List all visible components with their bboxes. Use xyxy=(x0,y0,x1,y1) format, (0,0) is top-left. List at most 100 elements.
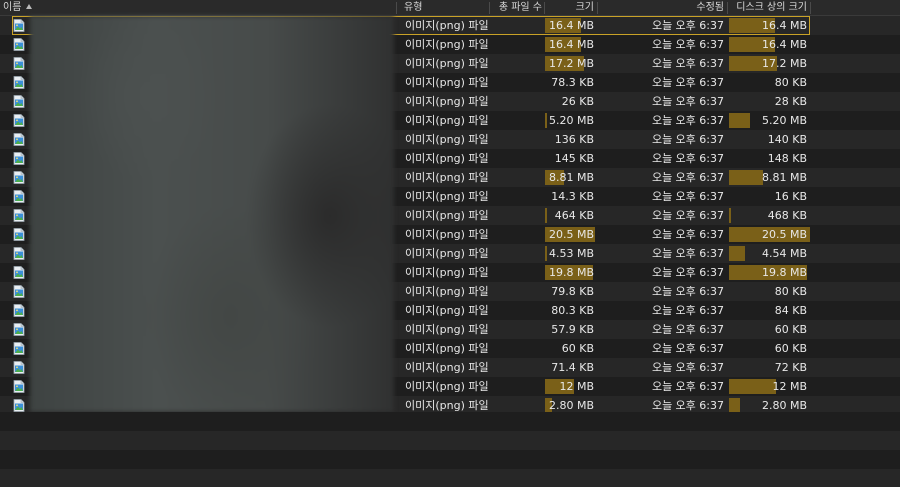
disk-size: 16.4 MB xyxy=(761,19,807,32)
file-size: 12 MB xyxy=(559,380,594,393)
png-image-file-icon xyxy=(13,76,25,89)
file-size: 19.8 MB xyxy=(548,266,594,279)
file-kind: 이미지(png) 파일 xyxy=(405,190,489,203)
file-kind: 이미지(png) 파일 xyxy=(405,380,489,393)
file-kind: 이미지(png) 파일 xyxy=(405,133,489,146)
modified-day: 오늘 xyxy=(652,38,673,51)
column-header-modified[interactable]: 수정됨 xyxy=(696,0,724,15)
modified-time: 오후 6:37 xyxy=(675,38,724,51)
file-kind: 이미지(png) 파일 xyxy=(405,361,489,374)
disk-size: 19.8 MB xyxy=(761,266,807,279)
file-size: 60 KB xyxy=(561,342,594,355)
modified-day: 오늘 xyxy=(652,114,673,127)
file-kind: 이미지(png) 파일 xyxy=(405,19,489,32)
file-kind: 이미지(png) 파일 xyxy=(405,57,489,70)
column-header-disk-size[interactable]: 디스크 상의 크기 xyxy=(736,0,807,15)
modified-time: 오후 6:37 xyxy=(675,19,724,32)
disk-size: 20.5 MB xyxy=(761,228,807,241)
column-divider[interactable] xyxy=(544,2,545,14)
disk-size: 72 KB xyxy=(774,361,807,374)
png-image-file-icon xyxy=(13,399,25,412)
column-header-name-label: 이름 xyxy=(3,2,22,13)
modified-day: 오늘 xyxy=(652,152,673,165)
file-size: 136 KB xyxy=(554,133,594,146)
file-size: 8.81 MB xyxy=(548,171,594,184)
png-image-file-icon xyxy=(13,57,25,70)
modified-day: 오늘 xyxy=(652,228,673,241)
disk-size-bar xyxy=(729,113,750,128)
modified-day: 오늘 xyxy=(652,133,673,146)
file-kind: 이미지(png) 파일 xyxy=(405,323,489,336)
disk-size: 16.4 MB xyxy=(761,38,807,51)
modified-time: 오후 6:37 xyxy=(675,190,724,203)
png-image-file-icon xyxy=(13,228,25,241)
disk-size: 468 KB xyxy=(767,209,807,222)
modified-day: 오늘 xyxy=(652,323,673,336)
modified-day: 오늘 xyxy=(652,304,673,317)
column-divider[interactable] xyxy=(810,2,811,14)
empty-row xyxy=(0,450,900,469)
png-image-file-icon xyxy=(13,342,25,355)
disk-size: 80 KB xyxy=(774,285,807,298)
modified-day: 오늘 xyxy=(652,209,673,222)
column-divider[interactable] xyxy=(727,2,728,14)
png-image-file-icon xyxy=(13,361,25,374)
file-size: 464 KB xyxy=(554,209,594,222)
disk-size-bar xyxy=(729,398,740,413)
redacted-file-names xyxy=(30,16,394,412)
modified-time: 오후 6:37 xyxy=(675,209,724,222)
disk-size: 16 KB xyxy=(774,190,807,203)
empty-row xyxy=(0,469,900,487)
file-kind: 이미지(png) 파일 xyxy=(405,95,489,108)
disk-size: 60 KB xyxy=(774,323,807,336)
disk-size: 8.81 MB xyxy=(761,171,807,184)
modified-time: 오후 6:37 xyxy=(675,171,724,184)
size-bar xyxy=(545,246,547,261)
modified-time: 오후 6:37 xyxy=(675,152,724,165)
empty-row xyxy=(0,412,900,431)
file-list-empty-area xyxy=(0,412,900,487)
column-divider[interactable] xyxy=(489,2,490,14)
file-size: 71.4 KB xyxy=(551,361,594,374)
modified-day: 오늘 xyxy=(652,342,673,355)
file-size: 79.8 KB xyxy=(551,285,594,298)
modified-day: 오늘 xyxy=(652,57,673,70)
disk-size-bar xyxy=(729,379,776,394)
column-header-total-files[interactable]: 총 파일 수 xyxy=(499,0,542,15)
modified-time: 오후 6:37 xyxy=(675,266,724,279)
column-divider[interactable] xyxy=(396,2,397,14)
file-size: 80.3 KB xyxy=(551,304,594,317)
modified-time: 오후 6:37 xyxy=(675,228,724,241)
modified-time: 오후 6:37 xyxy=(675,57,724,70)
modified-time: 오후 6:37 xyxy=(675,133,724,146)
disk-size-bar xyxy=(729,208,731,223)
column-header-name[interactable]: 이름 xyxy=(3,0,33,15)
file-kind: 이미지(png) 파일 xyxy=(405,342,489,355)
modified-time: 오후 6:37 xyxy=(675,361,724,374)
modified-day: 오늘 xyxy=(652,76,673,89)
file-kind: 이미지(png) 파일 xyxy=(405,285,489,298)
png-image-file-icon xyxy=(13,266,25,279)
disk-size: 84 KB xyxy=(774,304,807,317)
png-image-file-icon xyxy=(13,304,25,317)
file-kind: 이미지(png) 파일 xyxy=(405,304,489,317)
modified-day: 오늘 xyxy=(652,95,673,108)
file-size: 4.53 MB xyxy=(548,247,594,260)
png-image-file-icon xyxy=(13,285,25,298)
modified-time: 오후 6:37 xyxy=(675,380,724,393)
png-image-file-icon xyxy=(13,323,25,336)
file-size: 16.4 MB xyxy=(548,38,594,51)
modified-day: 오늘 xyxy=(652,380,673,393)
size-bar xyxy=(545,113,547,128)
column-divider[interactable] xyxy=(597,2,598,14)
column-header-size[interactable]: 크기 xyxy=(576,0,594,15)
modified-day: 오늘 xyxy=(652,361,673,374)
modified-time: 오후 6:37 xyxy=(675,76,724,89)
modified-day: 오늘 xyxy=(652,190,673,203)
file-size: 26 KB xyxy=(561,95,594,108)
file-size: 5.20 MB xyxy=(548,114,594,127)
column-header-kind[interactable]: 유형 xyxy=(404,0,422,15)
modified-time: 오후 6:37 xyxy=(675,323,724,336)
disk-size: 28 KB xyxy=(774,95,807,108)
file-kind: 이미지(png) 파일 xyxy=(405,114,489,127)
